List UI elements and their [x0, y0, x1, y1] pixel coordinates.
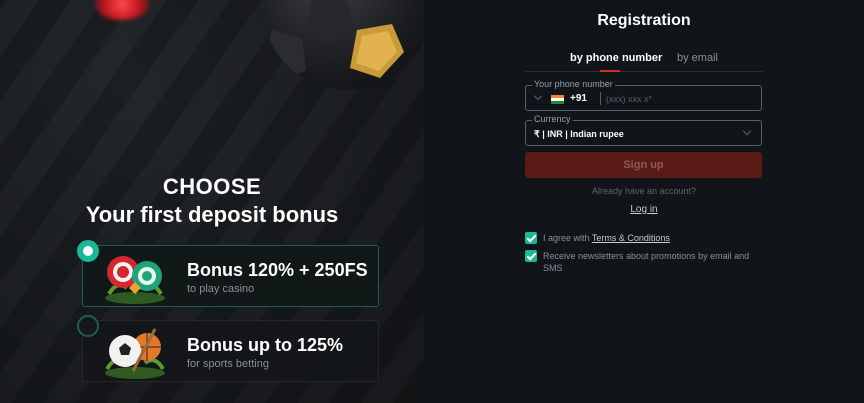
phone-field[interactable]: Your phone number +91 — [525, 79, 762, 111]
promo-heading: CHOOSE — [162, 174, 262, 199]
sign-up-button[interactable]: Sign up — [525, 152, 762, 178]
promo-subheading: Your first deposit bonus — [85, 202, 339, 227]
bonus-subtitle: for sports betting — [187, 358, 269, 370]
bonus-option-casino[interactable]: Bonus 120% + 250FS to play casino — [77, 240, 379, 307]
phone-input[interactable] — [606, 90, 756, 107]
registration-title: Registration — [597, 12, 691, 29]
already-have-account-text: Already have an account? — [591, 186, 697, 196]
promo-panel: CHOOSE Your first deposit bonus Bonus 12… — [0, 0, 424, 403]
log-in-link[interactable]: Log in — [630, 204, 657, 215]
currency-select[interactable]: Currency ₹ | INR | Indian rupee — [525, 114, 762, 146]
radio-selected-icon[interactable] — [77, 240, 99, 262]
phone-label: Your phone number — [532, 79, 615, 89]
chevron-down-icon[interactable] — [533, 91, 543, 101]
registration-tabs: by phone number by email — [525, 50, 763, 72]
terms-text: I agree with Terms & Conditions — [543, 232, 765, 244]
bonus-subtitle: to play casino — [187, 283, 255, 295]
registration-panel: Registration by phone number by email Yo… — [424, 0, 864, 403]
bonus-option-sports[interactable]: Bonus up to 125% for sports betting — [77, 315, 379, 382]
casino-chips-icon — [105, 256, 165, 304]
bonus-title: Bonus 120% + 250FS — [187, 260, 368, 280]
page: CHOOSE Your first deposit bonus Bonus 12… — [0, 0, 864, 403]
newsletter-text: Receive newsletters about promotions by … — [543, 251, 750, 273]
terms-checkbox[interactable] — [525, 232, 537, 244]
soccer-ball-image — [262, 0, 424, 90]
currency-label: Currency — [532, 114, 573, 124]
sports-balls-icon — [105, 328, 165, 379]
currency-value[interactable]: ₹ | INR | Indian rupee — [534, 129, 624, 140]
terms-prefix: I agree with — [543, 233, 592, 243]
active-tab-indicator — [600, 70, 620, 72]
country-code[interactable]: +91 — [570, 93, 587, 104]
radio-unselected-icon[interactable] — [77, 315, 99, 337]
login-link-row: Log in — [424, 204, 864, 215]
divider — [600, 92, 601, 105]
india-flag-icon[interactable] — [551, 95, 564, 104]
chevron-down-icon[interactable] — [742, 126, 752, 136]
bonus-title: Bonus up to 125% — [187, 335, 344, 355]
terms-link[interactable]: Terms & Conditions — [592, 233, 670, 243]
tab-by-email[interactable]: by email — [677, 52, 718, 64]
newsletter-checkbox[interactable] — [525, 250, 537, 262]
tab-by-phone[interactable]: by phone number — [570, 52, 662, 64]
